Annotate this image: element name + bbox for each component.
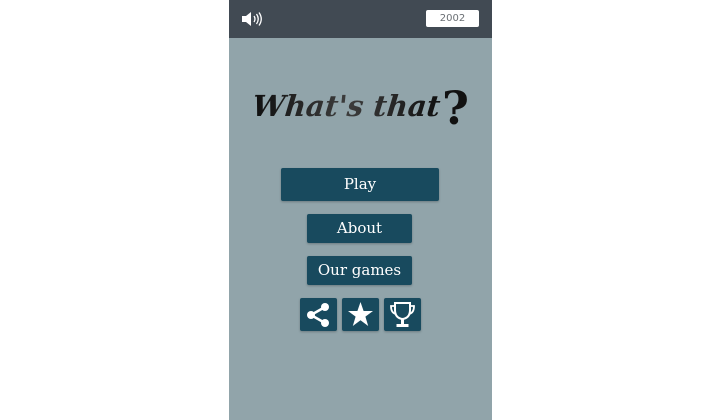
our-games-button[interactable]: Our games (307, 256, 412, 285)
speaker-icon[interactable] (241, 11, 263, 27)
score-display: 2002 (426, 10, 479, 27)
rate-button[interactable] (342, 298, 379, 331)
play-button[interactable]: Play (281, 168, 439, 201)
logo-text: What's that (252, 89, 443, 123)
star-icon (348, 302, 373, 326)
game-logo: What's that ? (252, 82, 469, 130)
about-button[interactable]: About (307, 214, 412, 243)
logo-question-mark: ? (442, 82, 469, 130)
top-bar: 2002 (229, 0, 492, 38)
share-icon (307, 303, 329, 327)
share-button[interactable] (300, 298, 337, 331)
game-screen: 2002 What's that ? Play About Our games (229, 0, 492, 420)
leaderboard-button[interactable] (384, 298, 421, 331)
trophy-icon (390, 302, 415, 327)
